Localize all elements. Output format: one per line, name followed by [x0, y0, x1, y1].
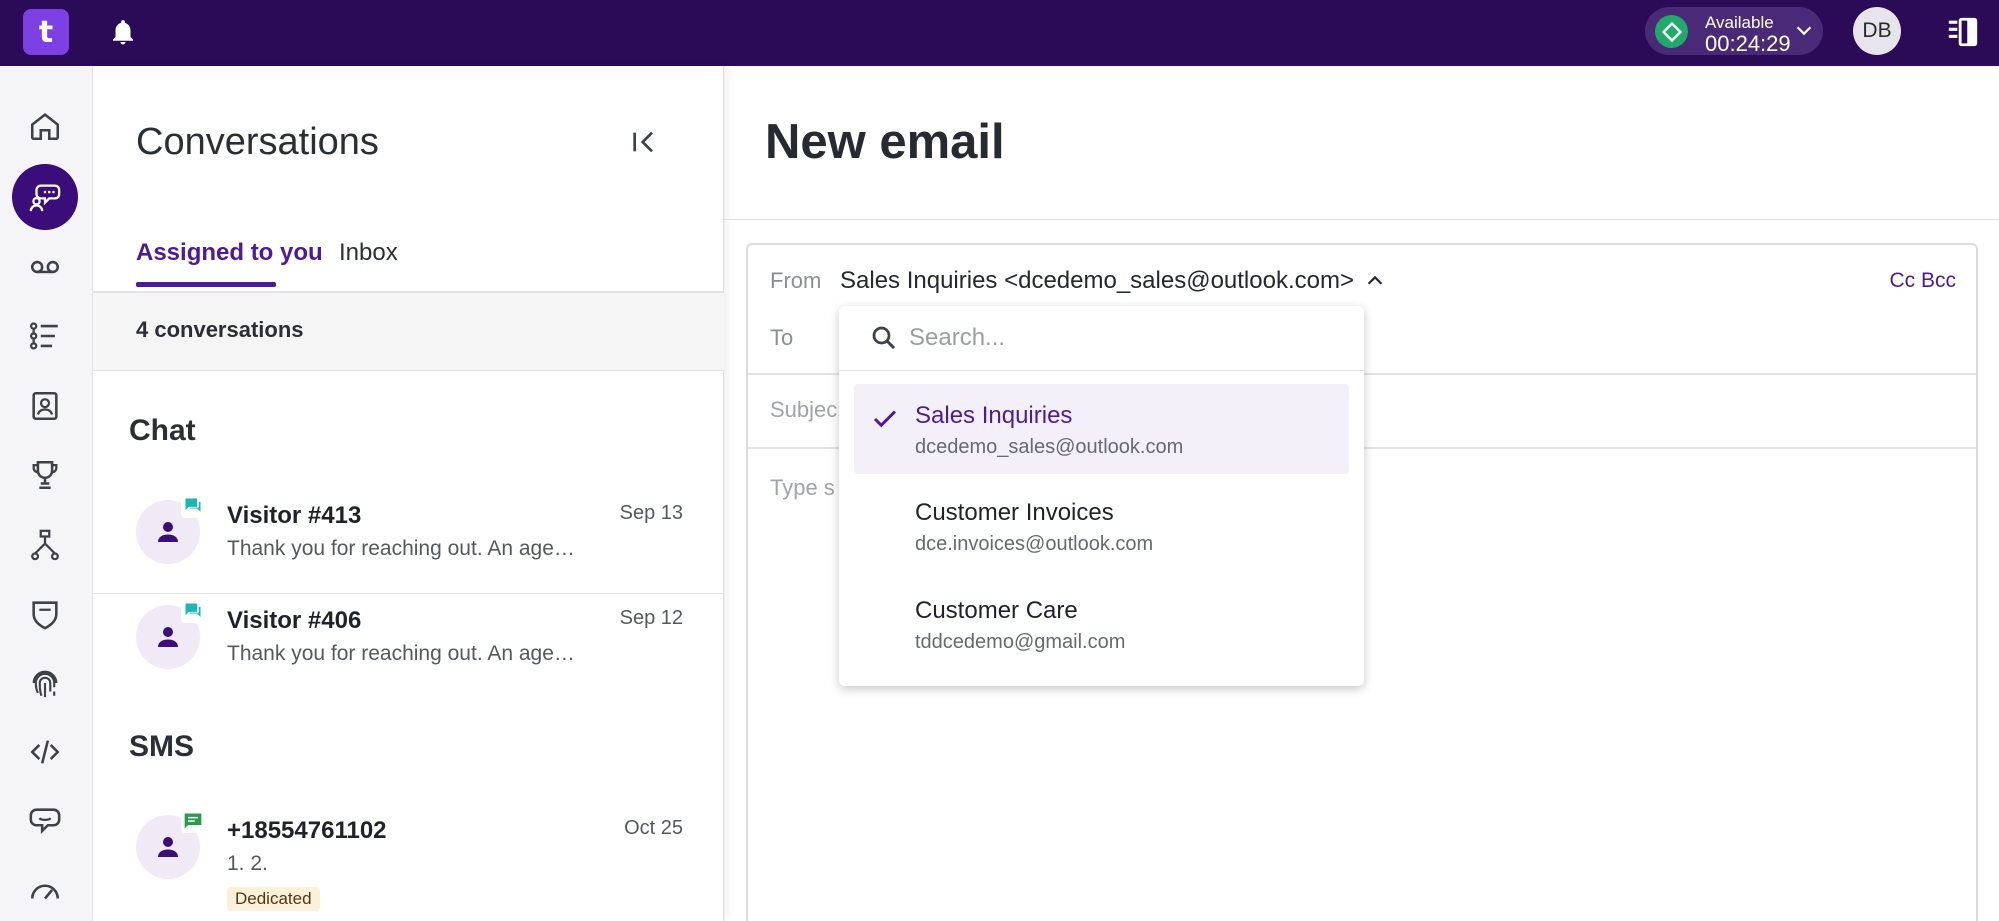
- chat-bubble-icon: [185, 498, 201, 512]
- conversation-name: +18554761102: [227, 817, 387, 844]
- user-initials: DB: [1862, 19, 1892, 42]
- conversation-date: Sep 13: [619, 502, 683, 524]
- from-dropdown-menu: Sales Inquiries dcedemo_sales@outlook.co…: [839, 306, 1364, 686]
- check-icon: [873, 410, 897, 428]
- fingerprint-icon: [32, 670, 58, 698]
- conversation-date: Oct 25: [624, 817, 683, 839]
- chat-channel-badge: [181, 599, 205, 623]
- notifications-bell-icon[interactable]: [108, 17, 138, 47]
- status-available-icon: [1655, 15, 1688, 48]
- header-divider: [724, 219, 1999, 220]
- conversation-date: Sep 12: [619, 607, 683, 629]
- dedicated-tag: Dedicated: [227, 887, 320, 911]
- agent-status-selector[interactable]: Available 00:24:29: [1645, 7, 1823, 56]
- cc-bcc-toggle[interactable]: Cc Bcc: [1889, 269, 1956, 293]
- nav-bots[interactable]: [12, 788, 78, 854]
- conversation-count: 4 conversations: [136, 317, 304, 342]
- app-logo[interactable]: t: [23, 9, 69, 55]
- contact-avatar: [136, 494, 205, 564]
- nav-developer[interactable]: [12, 719, 78, 785]
- home-icon: [30, 113, 60, 141]
- side-panel-toggle-icon[interactable]: [1946, 15, 1980, 49]
- conversations-panel: Conversations Assigned to you Inbox 4 co…: [93, 66, 724, 921]
- nav-tasks[interactable]: [12, 303, 78, 369]
- conversation-preview: Thank you for reaching out. An age…: [227, 537, 575, 560]
- option-email: dce.invoices@outlook.com: [915, 533, 1154, 555]
- page-title: New email: [765, 115, 1005, 169]
- nav-flows[interactable]: [12, 512, 78, 578]
- contact-avatar: [136, 599, 205, 669]
- chevron-down-icon: [1796, 26, 1812, 36]
- dropdown-divider: [839, 370, 1364, 371]
- tab-assigned-to-you[interactable]: Assigned to you: [136, 239, 323, 267]
- from-select[interactable]: Sales Inquiries <dcedemo_sales@outlook.c…: [840, 267, 1354, 295]
- top-bar: t Available 00:24:29 DB: [0, 0, 1999, 66]
- to-label[interactable]: To: [770, 325, 793, 351]
- dropdown-search-input[interactable]: [909, 320, 1329, 356]
- nav-home[interactable]: [12, 93, 78, 159]
- code-icon: [30, 740, 60, 764]
- contact-avatar: [136, 809, 205, 879]
- conversation-preview: Thank you for reaching out. An age…: [227, 642, 575, 665]
- dropdown-option-customer-care[interactable]: Customer Care tddcedemo@gmail.com: [854, 579, 1349, 669]
- conversation-preview: 1. 2.: [227, 852, 268, 875]
- option-email: tddcedemo@gmail.com: [915, 631, 1126, 653]
- status-label: Available: [1705, 13, 1774, 32]
- option-email: dcedemo_sales@outlook.com: [915, 436, 1184, 458]
- dropdown-option-customer-invoices[interactable]: Customer Invoices dce.invoices@outlook.c…: [854, 481, 1349, 571]
- dashboard-gauge-icon: [30, 884, 60, 900]
- nav-identity[interactable]: [12, 650, 78, 716]
- conversation-list-item[interactable]: Visitor #406 Thank you for reaching out.…: [93, 595, 724, 699]
- active-tab-indicator: [136, 282, 276, 287]
- search-icon: [872, 326, 896, 350]
- tasks-list-icon: [29, 322, 58, 350]
- chatbot-icon: [29, 808, 61, 834]
- collapse-panel-icon[interactable]: [628, 126, 660, 158]
- panel-title: Conversations: [136, 121, 379, 163]
- person-icon: [158, 627, 178, 647]
- chat-bubble-icon: [185, 603, 201, 617]
- sms-channel-badge: [181, 809, 205, 833]
- dropdown-option-sales-inquiries[interactable]: Sales Inquiries dcedemo_sales@outlook.co…: [854, 384, 1349, 474]
- shield-icon: [32, 601, 58, 630]
- flow-icon: [31, 529, 59, 561]
- conversations-icon: [29, 184, 61, 212]
- chevron-up-icon[interactable]: [1364, 270, 1386, 292]
- option-name: Sales Inquiries: [915, 402, 1073, 429]
- conversation-list-item[interactable]: +18554761102 1. 2. Oct 25 Dedicated: [93, 805, 724, 921]
- nav-conversations[interactable]: [12, 164, 78, 230]
- conversation-list-item[interactable]: Visitor #413 Thank you for reaching out.…: [93, 490, 724, 594]
- trophy-icon: [32, 460, 58, 490]
- navigation-rail: [0, 66, 93, 921]
- status-timer: 00:24:29: [1705, 31, 1791, 56]
- chat-channel-badge: [181, 494, 205, 518]
- email-body-editor[interactable]: Type s: [770, 475, 835, 501]
- voicemail-icon: [30, 260, 60, 274]
- nav-dashboard[interactable]: [12, 857, 78, 921]
- nav-contacts[interactable]: [12, 373, 78, 439]
- sms-message-icon: [184, 813, 202, 829]
- tab-inbox[interactable]: Inbox: [339, 239, 398, 267]
- conversation-name: Visitor #406: [227, 607, 362, 634]
- person-icon: [158, 522, 178, 542]
- conversation-name: Visitor #413: [227, 502, 362, 529]
- subject-field[interactable]: Subjec: [770, 397, 837, 423]
- nav-security[interactable]: [12, 581, 78, 647]
- option-name: Customer Care: [915, 597, 1078, 624]
- app-logo-text: t: [38, 14, 54, 50]
- section-title-sms: SMS: [129, 730, 195, 763]
- nav-achievements[interactable]: [12, 442, 78, 508]
- conversation-count-bar: 4 conversations: [93, 293, 724, 371]
- from-label: From: [770, 268, 822, 293]
- section-title-chat: Chat: [129, 414, 196, 447]
- option-name: Customer Invoices: [915, 499, 1114, 526]
- person-icon: [158, 837, 178, 857]
- contacts-icon: [32, 391, 58, 421]
- nav-voicemail[interactable]: [12, 234, 78, 300]
- user-avatar[interactable]: DB: [1853, 7, 1901, 55]
